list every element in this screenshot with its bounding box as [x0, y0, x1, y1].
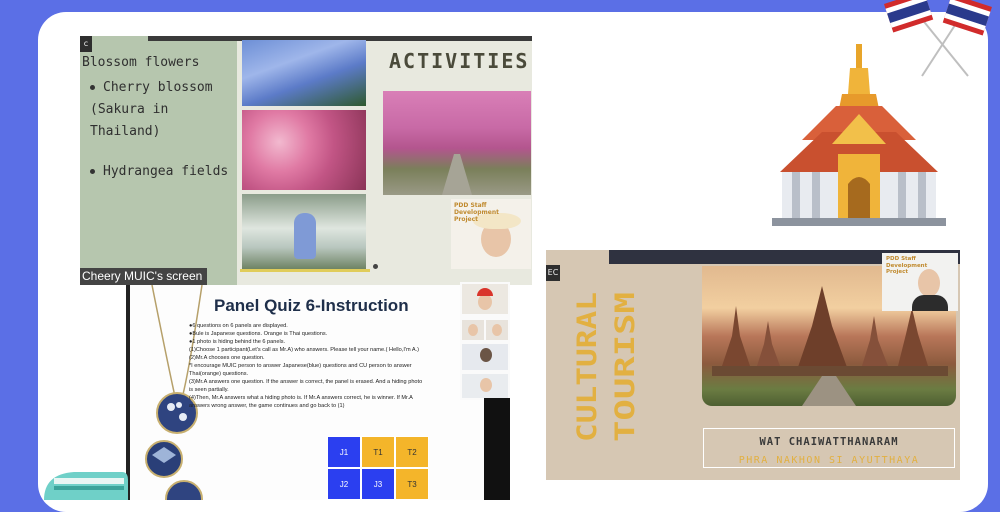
instruction-line: ●6 questions on 6 panels are displayed.: [189, 323, 288, 329]
instruction-line: answers wrong answer, the game continues…: [189, 403, 345, 409]
bullet-dot-icon: [90, 85, 95, 90]
quiz-panel-t1[interactable]: T1: [361, 436, 395, 468]
quiz-panel-grid: J1 T1 T2 J2 J3 T3: [327, 436, 429, 500]
hydrangea-photo: [242, 40, 366, 106]
quiz-panel-t3[interactable]: T3: [395, 468, 429, 500]
participant-tile: [462, 320, 484, 340]
slide-tag: EC: [546, 265, 560, 281]
slide-blossom-activities: c Blossom flowers Cherry blossom (Sakura…: [80, 36, 532, 285]
instruction-line: *I encourage MUIC person to answer Japan…: [189, 363, 412, 369]
instruction-line: Thai(orange) questions.: [189, 371, 249, 377]
instruction-line: ●1 photo is hiding behind the 6 panels.: [189, 339, 286, 345]
instruction-line: ●Bule is Japanese questions. Orange is T…: [189, 331, 328, 337]
participant-tile: [462, 374, 508, 398]
bullet-dot-icon: [90, 169, 95, 174]
instruction-line: (1)Choose 1 participant(Let's call as Mr…: [189, 347, 420, 353]
quiz-title: Panel Quiz 6-Instruction: [214, 296, 409, 315]
presenter-body: [912, 295, 948, 311]
quiz-panel-j1[interactable]: J1: [327, 436, 361, 468]
quiz-panel-j3[interactable]: J3: [361, 468, 395, 500]
bullet-text: Hydrangea fields: [103, 164, 229, 179]
participant-tile: [462, 284, 508, 314]
person-figure: [294, 213, 316, 259]
instruction-line: (2)Mr.A chooses one question.: [189, 355, 265, 361]
bullet-text: Cherry blossom (Sakura in Thailand): [90, 80, 213, 139]
participant-gallery: [460, 282, 510, 400]
instruction-line: (3)Mr.A answers one question. If the ans…: [189, 379, 423, 385]
slide-cultural-tourism: EC CULTURAL TOURISM WAT CHAIWATTHANARAM P…: [546, 250, 960, 480]
project-label: PDD Staff Development Project: [454, 202, 499, 223]
activities-heading: ACTIVITIES: [389, 49, 530, 73]
slide-tag: c: [80, 36, 92, 52]
temple-location: PHRA NAKHON SI AYUTTHAYA: [738, 455, 920, 466]
quiz-instructions: ●6 questions on 6 panels are displayed. …: [189, 322, 469, 410]
bullet-cherry-blossom: Cherry blossom (Sakura in Thailand): [90, 77, 240, 143]
vertical-title-word: CULTURAL: [572, 292, 603, 442]
participant-face: [480, 378, 492, 392]
quiz-panel-t2[interactable]: T2: [395, 436, 429, 468]
temple-name: WAT CHAIWATTHANARAM: [759, 436, 899, 448]
slide-progress-dots: [698, 468, 819, 480]
quiz-panel-j2[interactable]: J2: [327, 468, 361, 500]
vertical-title: CULTURAL TOURISM: [572, 292, 641, 442]
participant-face: [492, 324, 502, 336]
screen-owner-label: Cheery MUIC's screen: [80, 268, 208, 285]
slide-panel-quiz: Panel Quiz 6-Instruction ●6 questions on…: [130, 285, 508, 500]
black-strip: [484, 398, 510, 500]
participant-face: [480, 348, 492, 362]
bullet-hydrangea: Hydrangea fields: [90, 164, 228, 179]
tuk-tuk-icon: [44, 472, 128, 500]
project-label: PDD Staff Development Project: [886, 256, 928, 275]
thai-temple-icon: [772, 44, 946, 226]
instruction-line: (4)Then, Mr.A answers what a hiding phot…: [189, 395, 413, 401]
photo-frame-line: [240, 269, 370, 272]
participant-tile: [462, 344, 508, 370]
participant-face: [468, 324, 478, 336]
instruction-line: is seen partially.: [189, 387, 229, 393]
cherry-blossom-photo: [242, 110, 366, 190]
participant-tile: [486, 320, 508, 340]
participant-face: [478, 294, 492, 310]
slide-title: Blossom flowers: [82, 55, 200, 70]
santa-hat: [477, 288, 493, 296]
slide-left-panel: [80, 36, 237, 285]
slide-indicator-dot: [373, 264, 378, 269]
vertical-title-word: TOURISM: [610, 292, 641, 442]
